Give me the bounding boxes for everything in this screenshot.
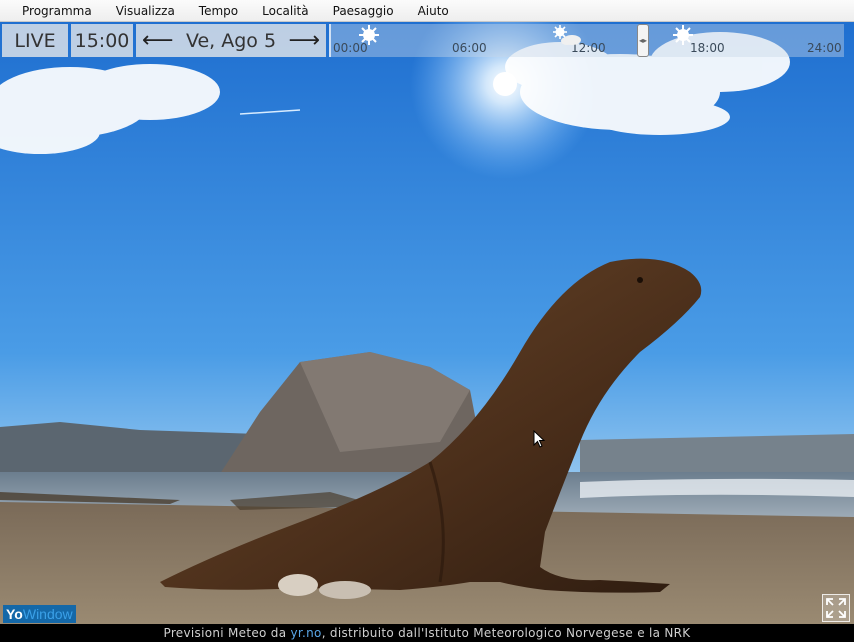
- timeline-slider-handle[interactable]: ◂▸: [637, 24, 649, 57]
- menu-tempo[interactable]: Tempo: [187, 0, 250, 22]
- current-time-display: 15:00: [71, 24, 133, 57]
- timeline-bar: LIVE 15:00 ⟵ Ve, Ago 5 ⟶ 00:00 06:00 12:…: [2, 24, 851, 57]
- yowindow-logo[interactable]: Yo Window: [3, 605, 76, 623]
- grip-icon: ◂▸: [638, 36, 648, 45]
- expand-icon: [826, 598, 846, 618]
- sun-icon: [359, 25, 379, 45]
- fullscreen-button[interactable]: [822, 594, 850, 622]
- logo-part-b: Window: [22, 606, 73, 622]
- landscape-scene: [0, 22, 854, 624]
- footer-prefix: Previsioni Meteo da: [163, 626, 287, 640]
- menu-programma[interactable]: Programma: [10, 0, 104, 22]
- attribution-footer: Previsioni Meteo da yr.no, distribuito d…: [0, 624, 854, 642]
- tick-label: 24:00: [807, 41, 842, 55]
- arrow-left-icon[interactable]: ⟵: [142, 29, 174, 52]
- partly-cloudy-icon: [553, 25, 581, 45]
- menu-localita[interactable]: Località: [250, 0, 321, 22]
- logo-part-a: Yo: [6, 606, 23, 622]
- menu-aiuto[interactable]: Aiuto: [406, 0, 461, 22]
- date-label: Ve, Ago 5: [185, 29, 277, 52]
- sun-icon: [673, 25, 693, 45]
- menu-paesaggio[interactable]: Paesaggio: [321, 0, 406, 22]
- menu-visualizza[interactable]: Visualizza: [104, 0, 187, 22]
- landscape-illustration: [0, 22, 854, 624]
- timeline-track[interactable]: 00:00 06:00 12:00 18:00 24:00 ◂▸: [329, 24, 844, 57]
- yr-no-link[interactable]: yr.no: [290, 626, 321, 640]
- mouse-cursor-icon: [533, 430, 545, 448]
- footer-suffix: , distribuito dall'Istituto Meteorologic…: [321, 626, 691, 640]
- date-navigator: ⟵ Ve, Ago 5 ⟶: [136, 24, 326, 57]
- arrow-right-icon[interactable]: ⟶: [288, 29, 320, 52]
- tick-label: 18:00: [690, 41, 725, 55]
- menu-bar: Programma Visualizza Tempo Località Paes…: [0, 0, 854, 22]
- live-button[interactable]: LIVE: [2, 24, 68, 57]
- tick-label: 06:00: [452, 41, 487, 55]
